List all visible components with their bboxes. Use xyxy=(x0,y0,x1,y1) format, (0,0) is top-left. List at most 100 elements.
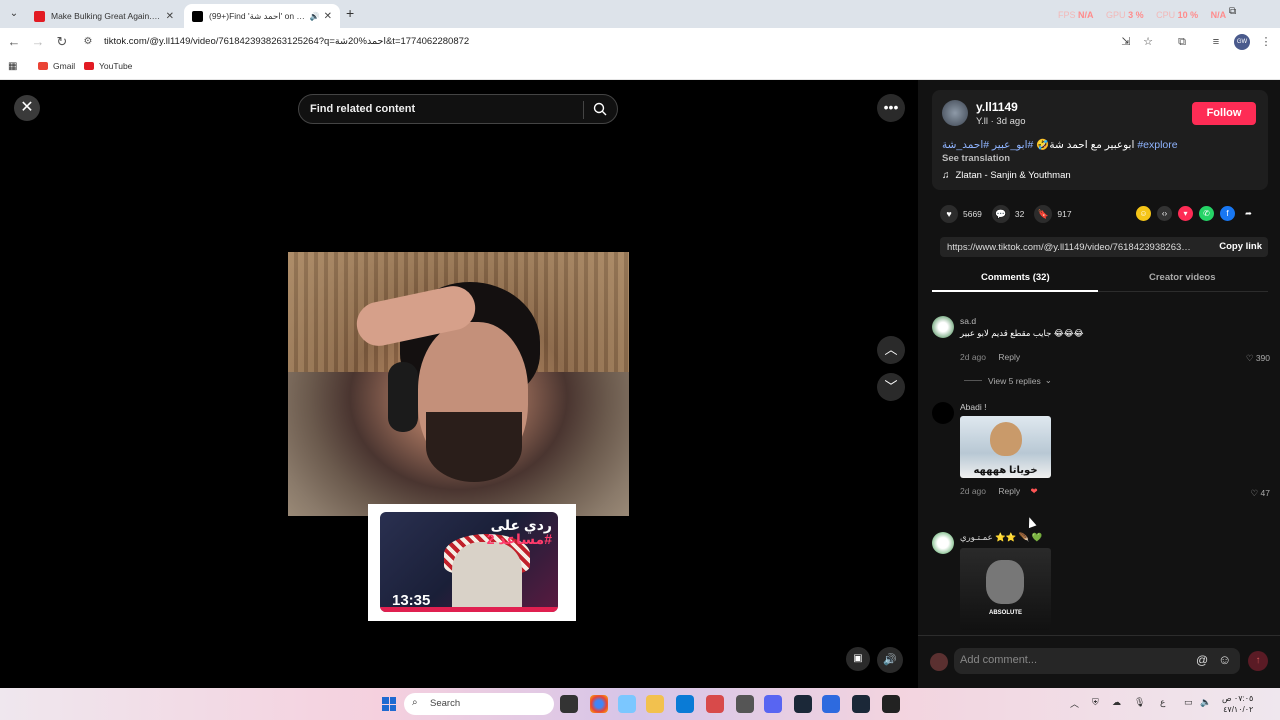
extensions-icon[interactable]: ⧉ xyxy=(1174,34,1190,50)
tray-icon[interactable]: ☁ xyxy=(1112,697,1121,708)
reload-icon[interactable]: ↻ xyxy=(54,34,70,50)
install-app-icon[interactable]: ⇲ xyxy=(1118,34,1134,50)
performance-overlay: FPS N/A GPU 3 % CPU 10 % N/A xyxy=(1058,10,1236,20)
tiktok-icon xyxy=(192,10,203,22)
whatsapp-icon[interactable]: ✆ xyxy=(1199,206,1214,221)
comment-count: 32 xyxy=(1014,209,1025,219)
author-username[interactable]: y.ll1149 xyxy=(976,100,1018,114)
taskbar-search[interactable]: ⌕ Search xyxy=(404,693,554,715)
restore-window-icon[interactable]: ⧉ xyxy=(1229,6,1236,17)
bookmark-gmail[interactable]: Gmail xyxy=(38,61,75,71)
tray-icon[interactable]: ⛨ xyxy=(1092,697,1099,708)
terminal-app-icon[interactable] xyxy=(560,695,578,713)
commenter-name[interactable]: عمـتـوري ⭐⭐ 🪶 💚 xyxy=(960,532,1042,543)
reply-button[interactable]: Reply xyxy=(998,486,1020,496)
commenter-avatar[interactable] xyxy=(932,532,954,554)
coin-icon[interactable]: ☺ xyxy=(1136,206,1151,221)
language-indicator[interactable]: ع xyxy=(1160,697,1165,708)
back-icon[interactable]: ← xyxy=(6,34,22,50)
picture-in-picture-icon[interactable]: ▣ xyxy=(846,647,870,671)
youtube-icon xyxy=(34,10,45,22)
like-button[interactable]: ♥ 5669 xyxy=(940,205,982,223)
app-icon[interactable] xyxy=(882,695,900,713)
tab-search-icon[interactable]: ⌄ xyxy=(6,6,22,22)
send-friends-icon[interactable]: ▾ xyxy=(1178,206,1193,221)
tab-comments[interactable]: Comments (32) xyxy=(981,272,1050,283)
steam-app-icon[interactable] xyxy=(794,695,812,713)
commenter-avatar[interactable] xyxy=(932,316,954,338)
bookmark-star-icon[interactable]: ☆ xyxy=(1140,34,1156,50)
close-tab-icon[interactable]: ✕ xyxy=(324,11,332,22)
speaker-icon[interactable]: 🔈 xyxy=(1200,697,1211,708)
file-explorer-icon[interactable] xyxy=(646,695,664,713)
commenter-avatar[interactable] xyxy=(932,402,954,424)
reply-button[interactable]: Reply xyxy=(998,352,1020,362)
facebook-icon[interactable]: f xyxy=(1220,206,1235,221)
discord-app-icon[interactable] xyxy=(764,695,782,713)
microphone-icon[interactable]: 🎙 xyxy=(1134,697,1145,708)
app-icon[interactable] xyxy=(706,695,724,713)
tab-youtube[interactable]: Make Bulking Great Again... Or ✕ xyxy=(26,4,182,28)
profile-avatar[interactable]: GW xyxy=(1234,34,1250,50)
tab-tiktok[interactable]: (99+)Find 'احمد شة' on TikTok 🔊 ✕ xyxy=(184,4,340,28)
close-video-button[interactable]: ✕ xyxy=(14,95,40,121)
speaker-icon[interactable]: 🔊 xyxy=(310,12,320,21)
embedded-video-thumbnail: ردي على مساعد 2# 13:35 xyxy=(368,504,576,621)
forward-icon[interactable]: → xyxy=(30,34,46,50)
comment-like-button[interactable]: ♡ 47 xyxy=(1251,488,1270,499)
app-icon[interactable] xyxy=(822,695,840,713)
embed-code-icon[interactable]: ‹› xyxy=(1157,206,1172,221)
follow-button[interactable]: Follow xyxy=(1192,102,1256,125)
clock[interactable]: ٠٧:٠٥ ص ٤٧/١٠/٠٢ xyxy=(1222,693,1253,715)
new-tab-button[interactable]: + xyxy=(346,5,354,21)
edge-app-icon[interactable] xyxy=(676,695,694,713)
commenter-name[interactable]: Abadi ! xyxy=(960,402,986,412)
cpu-value: 10 % xyxy=(1177,10,1199,20)
related-search-input[interactable]: Find related content xyxy=(298,94,618,124)
send-comment-button[interactable]: ↑ xyxy=(1248,651,1268,671)
author-avatar[interactable] xyxy=(942,100,968,126)
more-options-button[interactable]: ••• xyxy=(877,94,905,122)
comment-button[interactable]: 💬 32 xyxy=(991,205,1025,223)
comment-like-button[interactable]: ♡ 390 xyxy=(1246,353,1270,364)
next-video-button[interactable]: ﹀ xyxy=(877,373,905,401)
engagement-stats: ♥ 5669 💬 32 🔖 917 xyxy=(940,204,1082,224)
store-app-icon[interactable] xyxy=(618,695,636,713)
site-info-icon[interactable]: ⚙ xyxy=(80,34,96,50)
share-link-url[interactable]: https://www.tiktok.com/@y.ll1149/video/7… xyxy=(947,242,1195,253)
emoji-icon[interactable]: ☺ xyxy=(1218,652,1231,667)
see-translation-link[interactable]: See translation xyxy=(942,153,1010,164)
reading-list-icon[interactable]: ≡ xyxy=(1208,34,1224,50)
address-bar: ← → ↻ ⚙ tiktok.com/@y.ll1149/video/76184… xyxy=(0,28,1280,56)
previous-video-button[interactable]: ︿ xyxy=(877,336,905,364)
close-tab-icon[interactable]: ✕ xyxy=(166,11,174,22)
search-icon[interactable] xyxy=(593,102,607,116)
volume-icon[interactable]: 🔊 xyxy=(877,647,903,673)
person-beard xyxy=(426,412,522,482)
comment-image[interactable]: ABSOLUTE xyxy=(960,548,1051,630)
windows-start-icon[interactable] xyxy=(382,697,396,711)
bookmark-label: YouTube xyxy=(99,61,133,71)
url-field[interactable]: tiktok.com/@y.ll1149/video/7618423938263… xyxy=(104,36,469,47)
view-replies-button[interactable]: View 5 replies ⌄ xyxy=(964,375,1052,386)
chrome-app-icon[interactable] xyxy=(590,695,608,713)
share-arrow-icon[interactable]: ➦ xyxy=(1241,206,1256,221)
network-icon[interactable]: ▭ xyxy=(1184,697,1193,708)
mention-icon[interactable]: @ xyxy=(1196,653,1208,667)
music-link[interactable]: ♫ Zlatan - Sanjin & Youthman xyxy=(942,170,1071,181)
tab-creator-videos[interactable]: Creator videos xyxy=(1149,272,1216,283)
comment-like-count: 390 xyxy=(1255,353,1270,363)
bookmark-youtube[interactable]: YouTube xyxy=(84,61,132,71)
commenter-name[interactable]: sa.d xyxy=(960,316,976,326)
comment-input[interactable]: Add comment... @ ☺ xyxy=(954,648,1240,674)
comment-image[interactable]: خوياتا ههههه xyxy=(960,416,1051,478)
browser-menu-icon[interactable]: ⋮ xyxy=(1258,34,1274,50)
tray-expand-icon[interactable]: ︿ xyxy=(1070,697,1079,710)
save-button[interactable]: 🔖 917 xyxy=(1034,205,1072,223)
panel-tabs: Comments (32) Creator videos xyxy=(932,268,1268,292)
apps-grid-icon[interactable]: ▦ xyxy=(8,61,17,72)
video-player[interactable]: ردي على مساعد 2# 13:35 xyxy=(288,132,629,688)
steam-app-icon[interactable] xyxy=(852,695,870,713)
app-icon[interactable] xyxy=(736,695,754,713)
copy-link-button[interactable]: Copy link xyxy=(1219,241,1262,252)
